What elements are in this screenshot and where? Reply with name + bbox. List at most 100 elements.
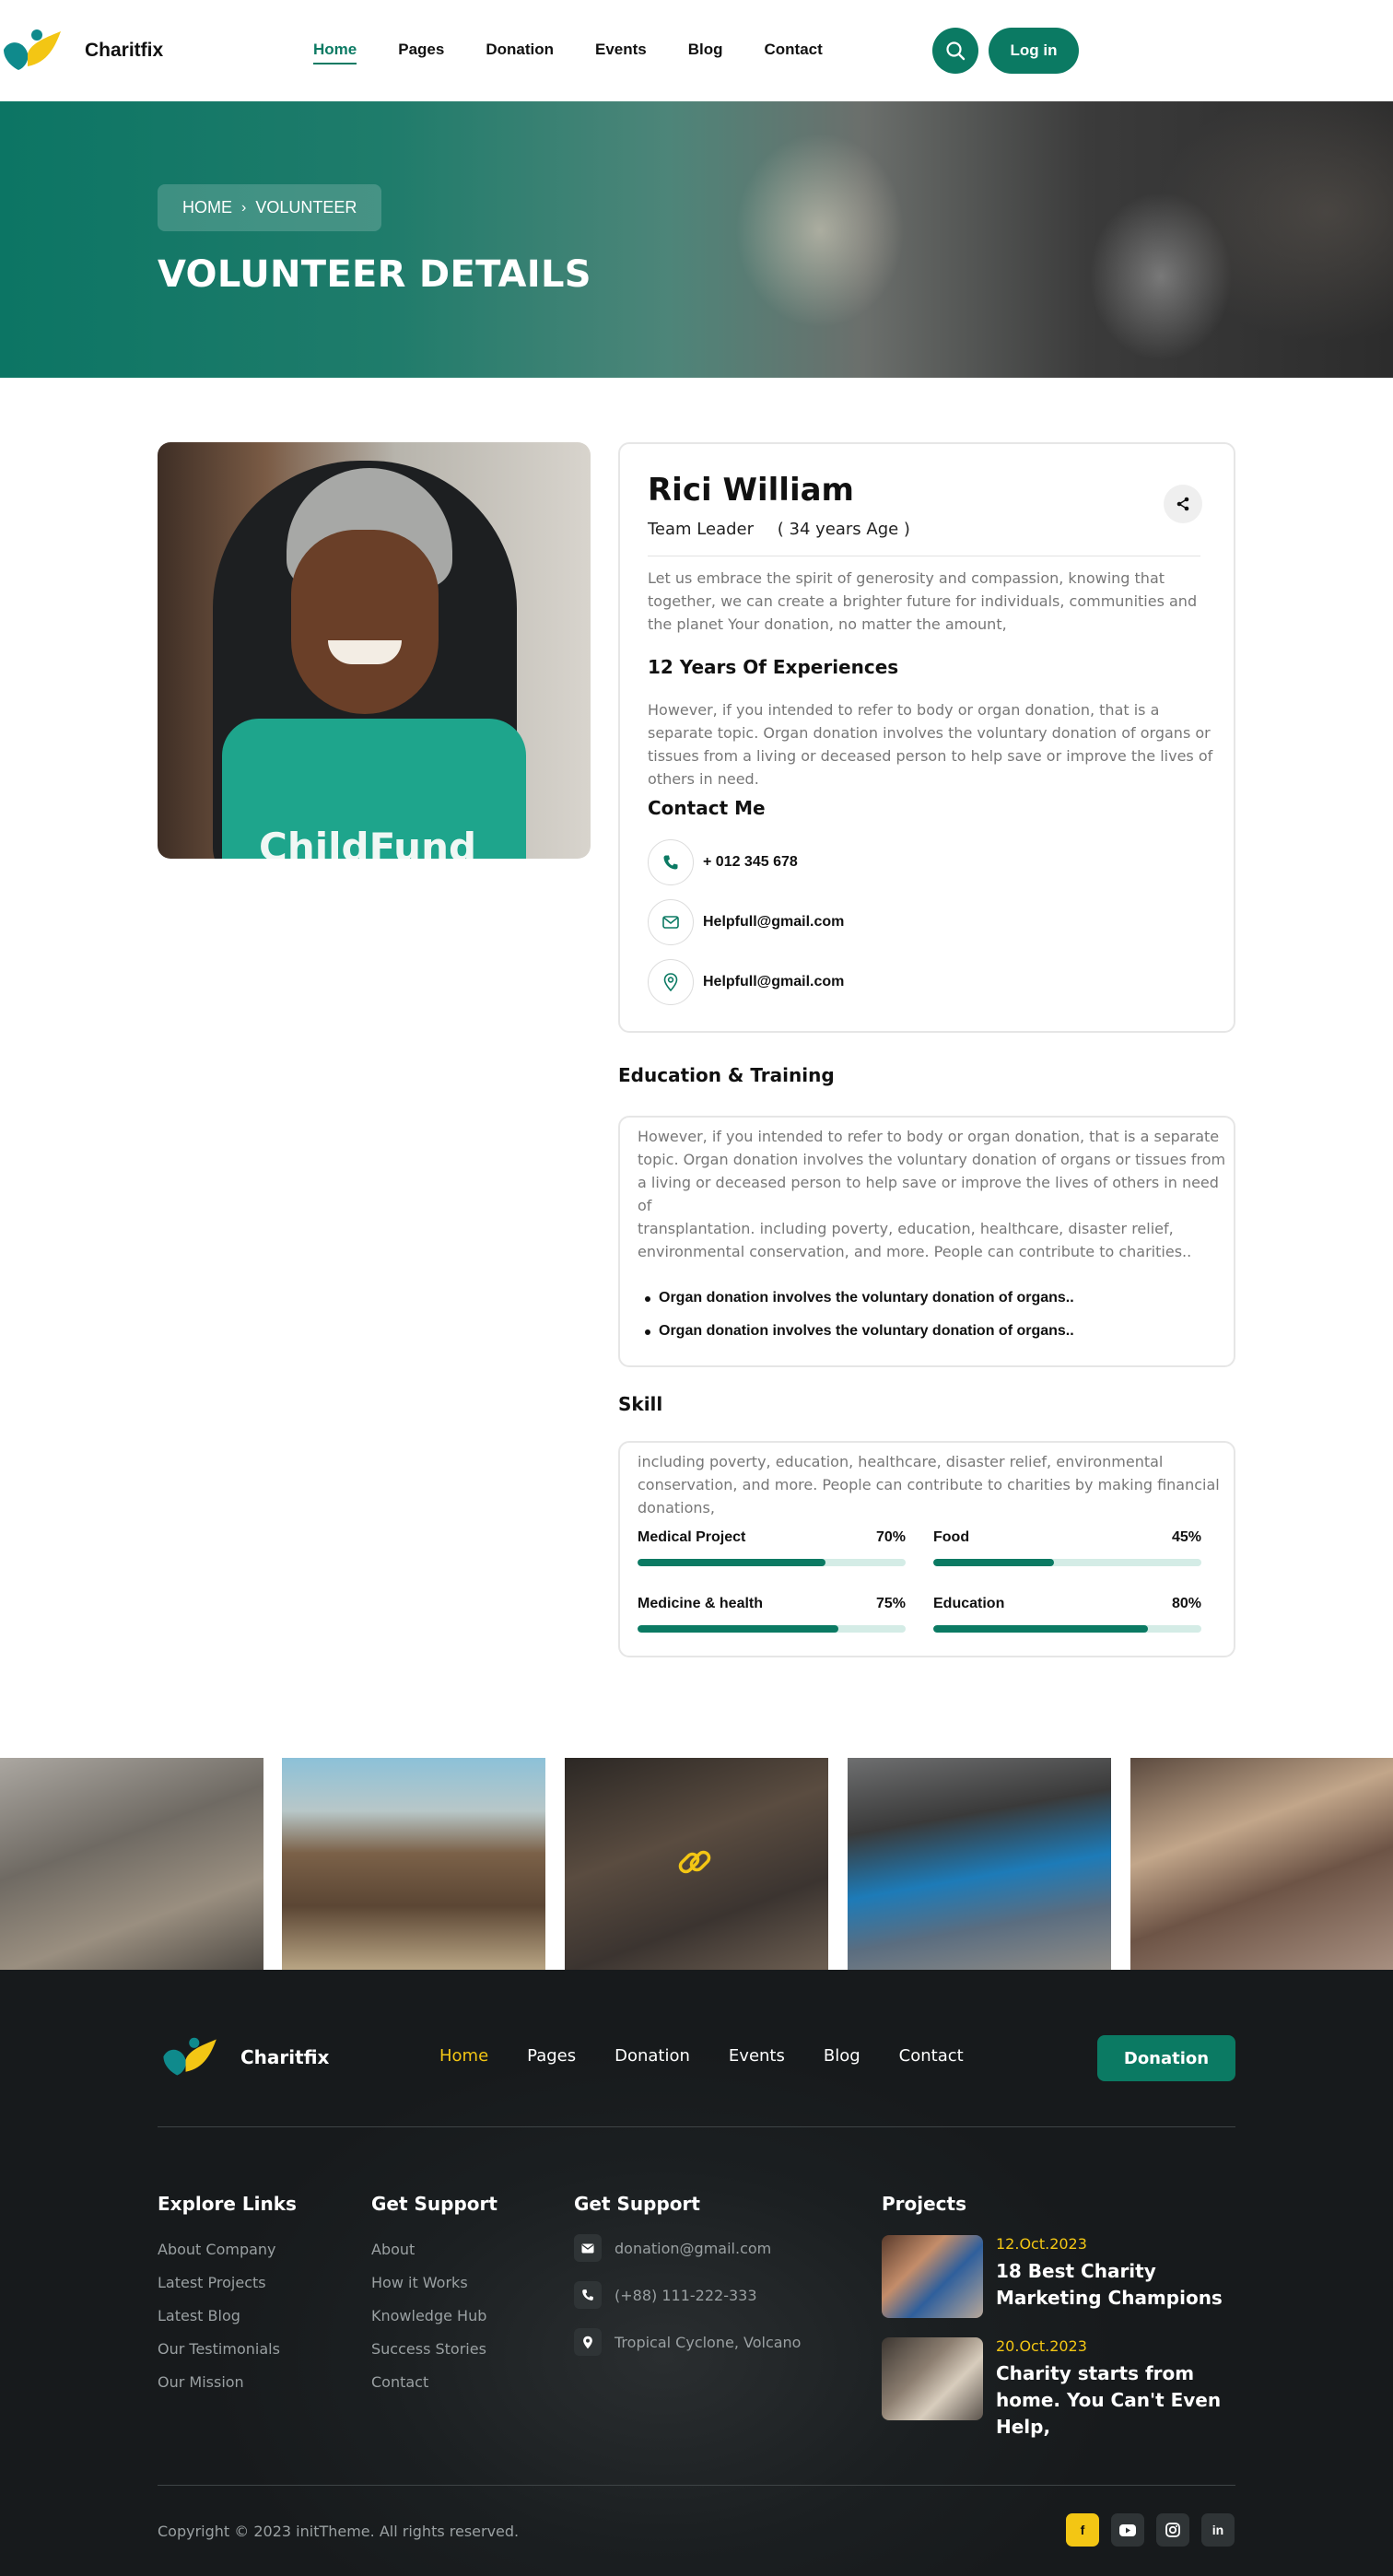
search-button[interactable] (932, 28, 978, 74)
project-item[interactable]: 20.Oct.2023 Charity starts from home. Yo… (882, 2337, 1245, 2441)
skill-percent: 45% (1171, 1529, 1201, 1545)
photo-vest-text: ChildFund (259, 825, 477, 859)
project-thumbnail (882, 2235, 983, 2318)
phone-icon (648, 839, 694, 885)
skill-item-medical-project: Medical Project 70% (638, 1529, 906, 1566)
phone-icon (574, 2281, 602, 2309)
mail-icon (574, 2234, 602, 2262)
gallery-image[interactable] (848, 1758, 1111, 1970)
divider (158, 2485, 1235, 2486)
skill-label: Medicine & health (638, 1596, 764, 1611)
skill-item-food: Food 45% (933, 1529, 1201, 1566)
footer-contact-phone[interactable]: (+88) 111-222-333 (574, 2281, 757, 2309)
footer-logo-text: Charitfix (240, 2046, 330, 2068)
volunteer-name: Rici William (648, 472, 854, 509)
search-icon (946, 41, 966, 61)
nav-blog[interactable]: Blog (688, 41, 723, 64)
project-date: 12.Oct.2023 (996, 2235, 1087, 2253)
skill-progress-fill (933, 1559, 1054, 1566)
skill-progress-fill (638, 1559, 825, 1566)
contact-email[interactable]: Helpfull@gmail.com (648, 899, 844, 945)
contact-phone-text: + 012 345 678 (703, 854, 798, 870)
share-button[interactable] (1164, 485, 1202, 523)
contact-phone[interactable]: + 012 345 678 (648, 839, 798, 885)
footer-link[interactable]: Our Mission (158, 2373, 244, 2391)
footer-nav-home[interactable]: Home (439, 2046, 488, 2066)
footer-contact-email[interactable]: donation@gmail.com (574, 2234, 771, 2262)
nav-contact[interactable]: Contact (765, 41, 823, 64)
footer-link[interactable]: Success Stories (371, 2340, 486, 2358)
facebook-icon[interactable]: f (1066, 2513, 1099, 2547)
skill-percent: 75% (875, 1596, 906, 1611)
skill-paragraph: including poverty, education, healthcare… (638, 1453, 1220, 1516)
link-icon[interactable] (675, 1843, 714, 1881)
divider (158, 2126, 1235, 2127)
breadcrumb: HOME › VOLUNTEER (158, 184, 382, 231)
contact-email-text: Helpfull@gmail.com (703, 914, 845, 930)
login-button[interactable]: Log in (989, 28, 1079, 74)
skill-progress-track (638, 1625, 906, 1633)
skill-progress-fill (638, 1625, 839, 1633)
nav-events[interactable]: Events (595, 41, 647, 64)
footer-link[interactable]: About (371, 2241, 415, 2258)
footer-link[interactable]: About Company (158, 2241, 276, 2258)
experience-text: However, if you intended to refer to bod… (648, 701, 1213, 788)
footer-logo[interactable]: Charitfix (158, 2034, 329, 2080)
linkedin-icon[interactable]: in (1201, 2513, 1235, 2547)
youtube-icon[interactable] (1111, 2513, 1144, 2547)
footer-link[interactable]: Latest Projects (158, 2274, 266, 2291)
skill-box: including poverty, education, healthcare… (618, 1441, 1235, 1657)
footer-link[interactable]: How it Works (371, 2274, 468, 2291)
footer-nav-events[interactable]: Events (729, 2046, 785, 2066)
support-links-title: Get Support (371, 2193, 498, 2215)
site-header: Charitfix Home Pages Donation Events Blo… (0, 0, 1393, 101)
logo[interactable]: Charitfix (0, 26, 163, 76)
photo-face (291, 530, 439, 714)
skill-progress-track (933, 1559, 1201, 1566)
education-paragraph-2: transplantation. including poverty, educ… (638, 1220, 1192, 1260)
skill-progress-track (638, 1559, 906, 1566)
footer-nav-blog[interactable]: Blog (824, 2046, 860, 2066)
nav-home[interactable]: Home (313, 41, 357, 64)
contact-location[interactable]: Helpfull@gmail.com (648, 959, 844, 1005)
gallery-image[interactable] (282, 1758, 545, 1970)
footer-nav: Home Pages Donation Events Blog Contact (439, 2046, 1002, 2066)
page-title: VOLUNTEER DETAILS (158, 253, 591, 296)
footer-contact-email-text: donation@gmail.com (615, 2239, 772, 2257)
footer-contact-location[interactable]: Tropical Cyclone, Volcano (574, 2328, 801, 2356)
skill-progress-fill (933, 1625, 1148, 1633)
hero-background-photo (516, 101, 1393, 378)
education-box: However, if you intended to refer to bod… (618, 1116, 1235, 1367)
skill-item-education: Education 80% (933, 1596, 1201, 1633)
project-title[interactable]: Charity starts from home. You Can't Even… (996, 2360, 1245, 2441)
footer-nav-pages[interactable]: Pages (527, 2046, 576, 2066)
project-item[interactable]: 12.Oct.2023 18 Best Charity Marketing Ch… (882, 2235, 1245, 2318)
experience-title: 12 Years Of Experiences (648, 656, 899, 678)
breadcrumb-home[interactable]: HOME (182, 198, 232, 217)
footer-link[interactable]: Our Testimonials (158, 2340, 280, 2358)
gallery-image[interactable] (0, 1758, 263, 1970)
site-footer: Charitfix Home Pages Donation Events Blo… (0, 1970, 1393, 2576)
footer-link[interactable]: Knowledge Hub (371, 2307, 486, 2324)
footer-link[interactable]: Latest Blog (158, 2307, 240, 2324)
project-title[interactable]: 18 Best Charity Marketing Champions (996, 2258, 1245, 2312)
breadcrumb-current: VOLUNTEER (255, 198, 357, 217)
footer-nav-donation[interactable]: Donation (615, 2046, 690, 2066)
skill-title: Skill (618, 1393, 663, 1415)
hero-banner: HOME › VOLUNTEER VOLUNTEER DETAILS (0, 101, 1393, 378)
gallery-image[interactable] (1130, 1758, 1393, 1970)
location-pin-icon (574, 2328, 602, 2356)
footer-link[interactable]: Contact (371, 2373, 428, 2391)
footer-nav-contact[interactable]: Contact (899, 2046, 964, 2066)
instagram-icon[interactable] (1156, 2513, 1189, 2547)
footer-contact-phone-text: (+88) 111-222-333 (615, 2286, 757, 2304)
gallery-image[interactable] (565, 1758, 828, 1970)
donation-button[interactable]: Donation (1097, 2035, 1235, 2081)
explore-links-title: Explore Links (158, 2193, 297, 2215)
footer-contact-location-text: Tropical Cyclone, Volcano (615, 2333, 802, 2351)
nav-donation[interactable]: Donation (486, 41, 554, 64)
contact-location-text: Helpfull@gmail.com (703, 974, 845, 989)
nav-pages[interactable]: Pages (398, 41, 444, 64)
location-pin-icon (648, 959, 694, 1005)
volunteer-photo: ChildFund (158, 442, 591, 859)
